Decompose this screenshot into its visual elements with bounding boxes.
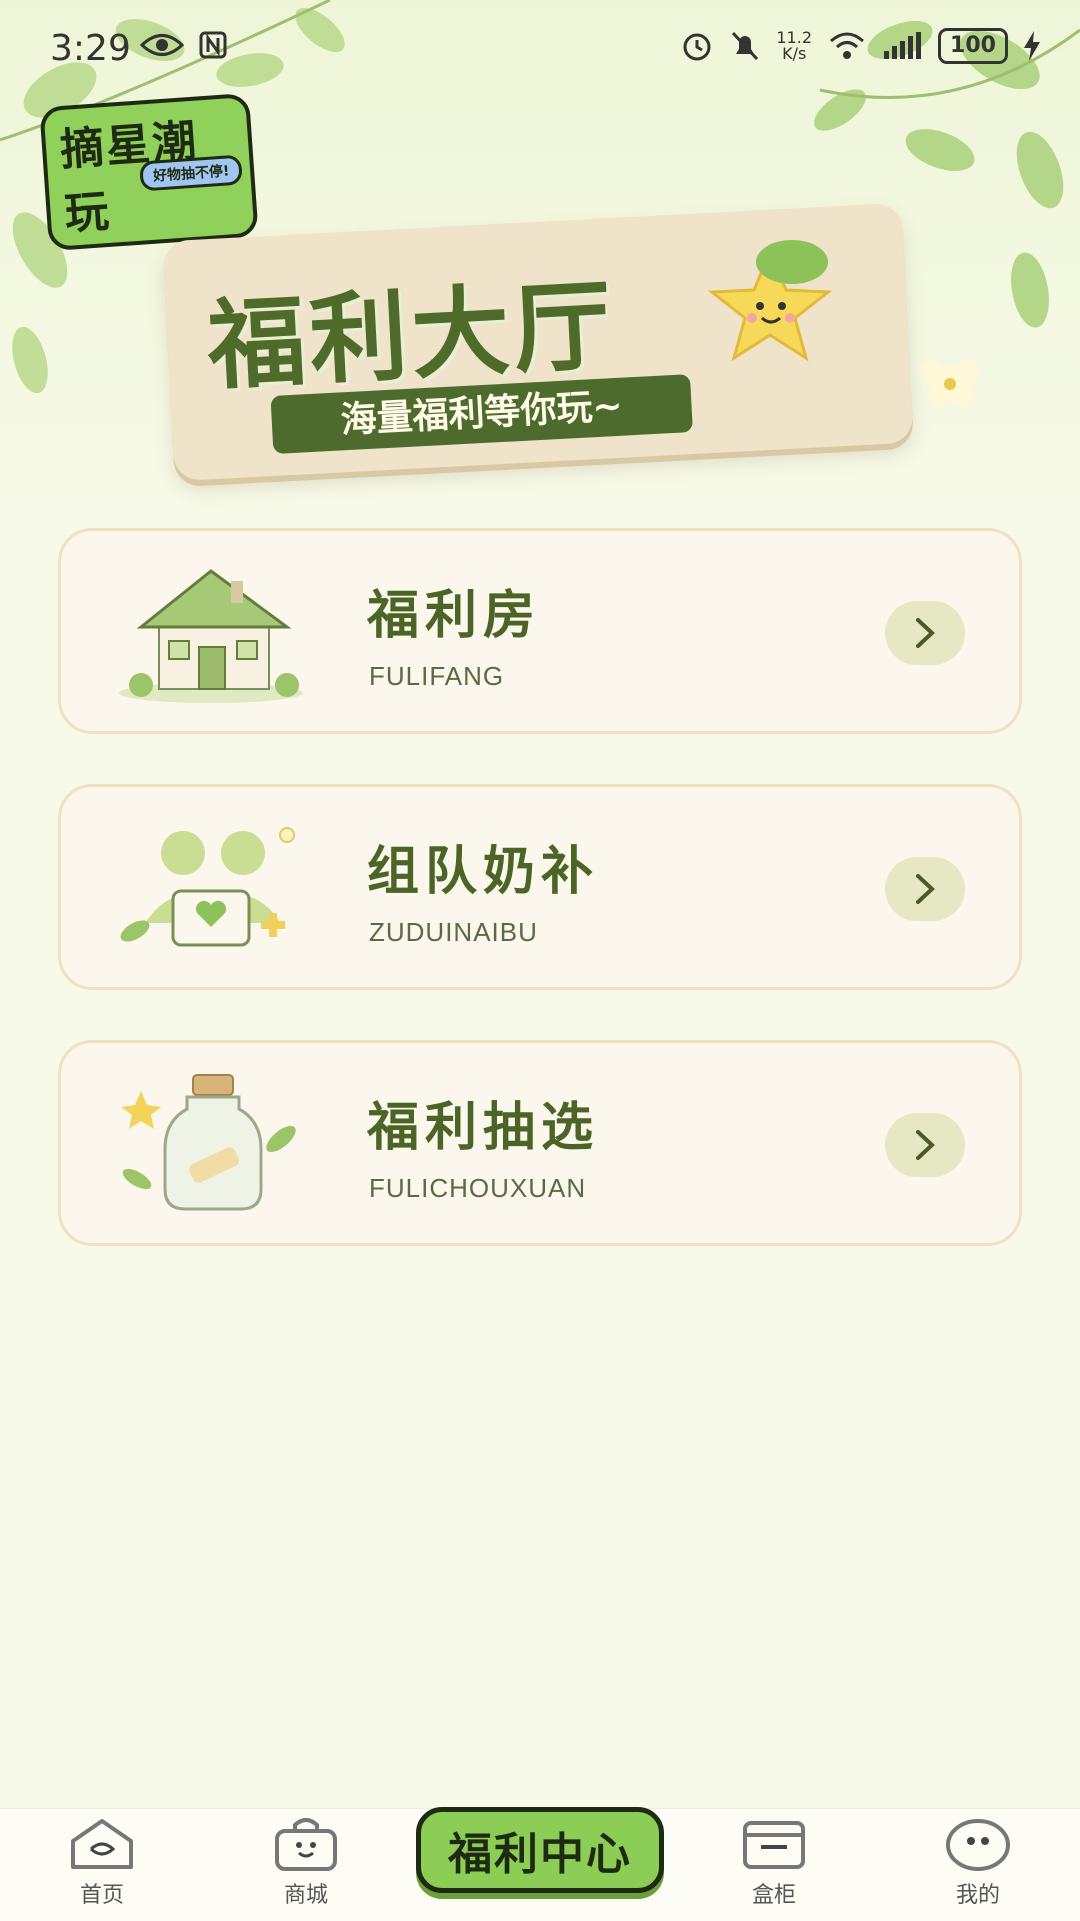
mute-bell-icon	[732, 31, 759, 61]
chevron-right-icon[interactable]	[885, 857, 965, 921]
network-speed: 11.2 K/s	[776, 28, 812, 63]
nav-item-profile[interactable]: 我的	[918, 1817, 1038, 1909]
card-title: 福利抽选	[367, 1097, 600, 1158]
welfare-center-badge: 福利中心	[448, 1829, 632, 1880]
card-subtitle: ZUDUINAIBU	[369, 917, 538, 947]
team-icon	[120, 827, 295, 947]
nav-label: 盒柜	[751, 1883, 796, 1908]
battery-indicator: 100	[938, 28, 1008, 64]
eye-icon	[140, 34, 184, 56]
nav-label: 我的	[955, 1883, 1000, 1908]
chevron-right-icon[interactable]	[885, 1113, 965, 1177]
nav-item-home[interactable]: 首页	[42, 1817, 162, 1909]
nav-label: 商城	[283, 1883, 328, 1908]
team-supply-card[interactable]: 组队奶补 ZUDUINAIBU	[58, 784, 1022, 990]
star-mascot-icon	[707, 240, 833, 362]
nav-item-shop[interactable]: 商城	[246, 1817, 366, 1909]
jar-icon	[121, 1074, 296, 1211]
wifi-icon	[830, 32, 864, 59]
nfc-icon	[199, 31, 227, 59]
status-bar: 3:29 11.2 K/s 100	[0, 0, 1080, 100]
bottom-navigation: 首页 商城 福利中心 盒柜 我的	[0, 1807, 1080, 1921]
nav-label: 首页	[79, 1883, 124, 1908]
card-subtitle: FULIFANG	[369, 661, 505, 691]
card-title: 组队奶补	[367, 841, 600, 902]
status-time: 3:29	[50, 28, 131, 69]
welfare-room-card[interactable]: 福利房 FULIFANG	[58, 528, 1022, 734]
house-icon	[119, 569, 303, 703]
charging-bolt-icon	[1024, 31, 1040, 61]
shop-bag-icon	[275, 1818, 337, 1871]
card-title: 福利房	[367, 585, 542, 646]
profile-face-icon	[946, 1819, 1010, 1871]
app-logo: 摘星潮玩 好物抽不停!	[39, 92, 259, 252]
alarm-icon	[683, 33, 711, 61]
home-icon	[71, 1819, 133, 1869]
flower-icon	[920, 360, 980, 406]
nav-item-welfare-center[interactable]: 福利中心	[416, 1807, 664, 1893]
nav-item-box-cabinet[interactable]: 盒柜	[714, 1817, 834, 1909]
signal-icon	[884, 32, 921, 59]
welfare-draw-card[interactable]: 福利抽选 FULICHOUXUAN	[58, 1040, 1022, 1246]
card-subtitle: FULICHOUXUAN	[369, 1173, 587, 1203]
chevron-right-icon[interactable]	[885, 601, 965, 665]
box-cabinet-icon	[743, 1821, 805, 1869]
